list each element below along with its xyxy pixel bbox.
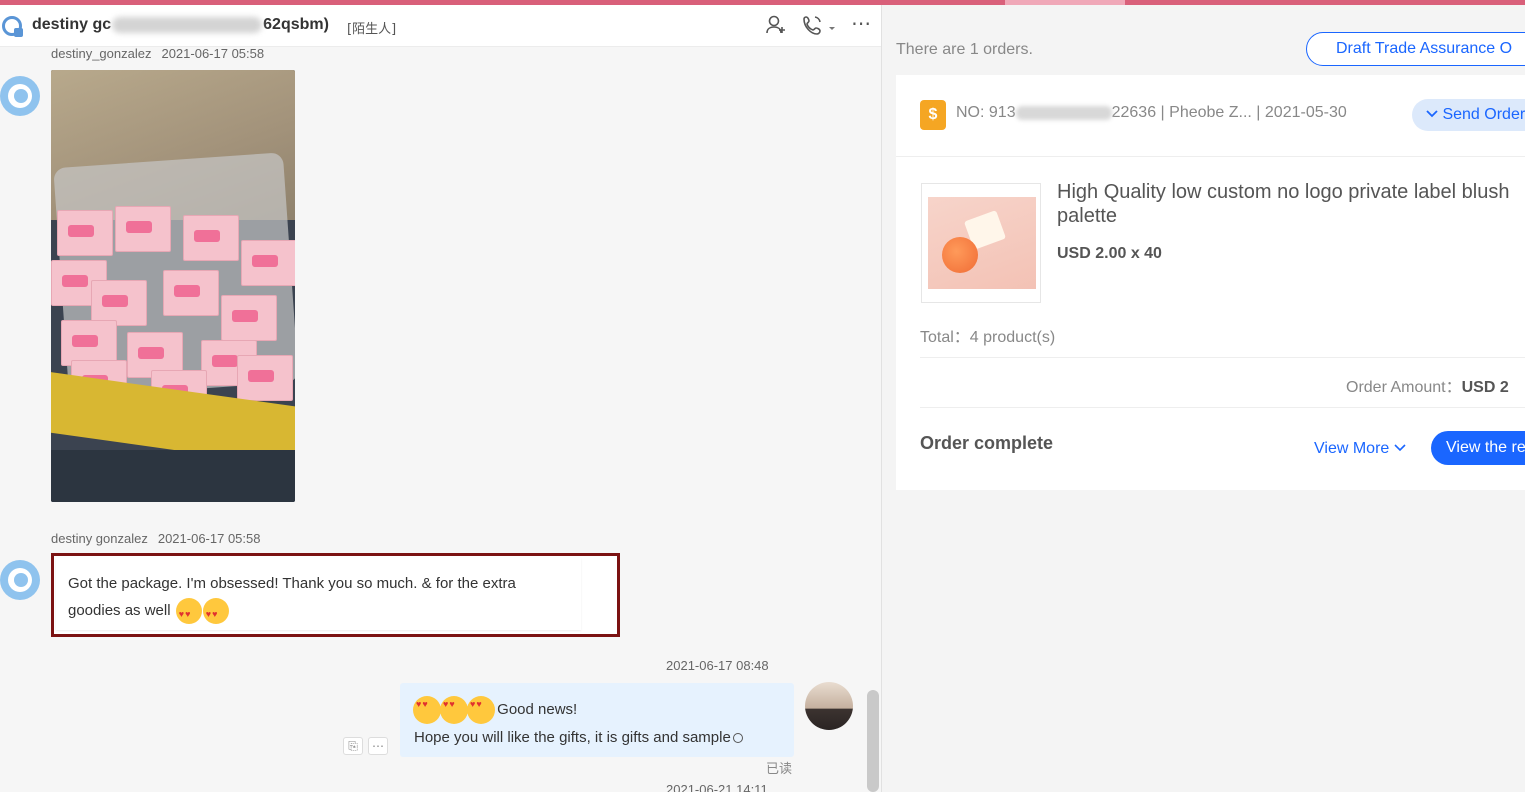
outgoing-message-bubble[interactable]: Good news! Hope you will like the gifts,… xyxy=(400,683,794,757)
read-receipt: 已读 xyxy=(766,761,793,776)
call-icon[interactable] xyxy=(802,14,836,41)
divider xyxy=(920,357,1525,358)
message-text-content: Got the package. I'm obsessed! Thank you… xyxy=(68,575,516,619)
order-number-suffix: 22636 xyxy=(1111,104,1157,121)
order-amount-value: USD 2 xyxy=(1461,379,1509,396)
contact-name-prefix: destiny gc xyxy=(32,16,112,33)
heart-eyes-emoji-icon xyxy=(202,598,229,628)
product-price: USD 2.00 x 40 xyxy=(1057,245,1162,262)
stranger-tag: [陌生人] xyxy=(347,22,397,37)
photo-box xyxy=(115,206,171,252)
sender-name: destiny gonzalez xyxy=(51,531,148,546)
message-time: 2021-06-17 05:58 xyxy=(161,46,265,61)
contact-logo-icon xyxy=(2,16,23,37)
draft-trade-assurance-button[interactable]: Draft Trade Assurance O xyxy=(1306,32,1525,66)
chevron-down-icon xyxy=(1394,444,1406,452)
order-panel: There are 1 orders. Draft Trade Assuranc… xyxy=(881,5,1525,792)
order-total-products: Total：4 product(s) xyxy=(920,329,1056,346)
redacted-blur xyxy=(112,17,262,33)
view-more-link[interactable]: View More xyxy=(1314,440,1406,458)
order-status: Order complete xyxy=(920,433,1054,453)
hugging-emoji-icon xyxy=(413,696,441,724)
photo-floor xyxy=(51,450,295,502)
view-order-button[interactable]: View the re xyxy=(1431,431,1525,465)
message-meta: destiny_gonzalez 2021-06-17 05:58 xyxy=(51,46,264,61)
chevron-down-icon xyxy=(1426,110,1438,118)
orders-count: There are 1 orders. xyxy=(896,41,1033,58)
contact-avatar[interactable] xyxy=(0,76,40,116)
photo-box xyxy=(57,210,113,256)
message-time: 2021-06-17 08:48 xyxy=(666,658,769,673)
chat-panel: destiny gc 62qsbm) [陌生人] ⋯ destiny_gonzal… xyxy=(0,5,881,792)
message-bubble: Got the package. I'm obsessed! Thank you… xyxy=(56,558,581,630)
hugging-emoji-icon xyxy=(467,696,495,724)
view-more-label: View More xyxy=(1314,440,1390,457)
hugging-emoji-icon xyxy=(440,696,468,724)
order-number-prefix: NO: 913 xyxy=(956,104,1016,121)
send-order-button[interactable]: Send Order xyxy=(1412,99,1525,131)
photo-box xyxy=(163,270,219,316)
buyer-name: Pheobe Z... xyxy=(1169,104,1252,121)
dollar-coin-icon: $ xyxy=(920,100,946,130)
message-line-2: Hope you will like the gifts, it is gift… xyxy=(414,729,743,746)
photo-box xyxy=(221,295,277,341)
highlighted-message-bubble[interactable]: Got the package. I'm obsessed! Thank you… xyxy=(51,553,620,637)
photo-box xyxy=(241,240,295,286)
package-photo[interactable] xyxy=(51,70,295,502)
order-card: $ NO: 913 22636 | Pheobe Z... | 2021-05-3… xyxy=(896,75,1525,490)
order-date: 2021-05-30 xyxy=(1264,104,1347,121)
product-image xyxy=(928,197,1036,289)
add-contact-icon[interactable] xyxy=(765,14,787,41)
order-number-redacted xyxy=(1015,105,1112,120)
contact-id-suffix: 62qsbm) xyxy=(263,16,329,33)
translate-icon[interactable]: ⎘ xyxy=(343,737,363,755)
message-time: 2021-06-17 05:58 xyxy=(157,531,261,546)
order-amount-label: Order Amount： xyxy=(1346,379,1462,396)
my-avatar[interactable] xyxy=(805,682,853,730)
chat-header: destiny gc 62qsbm) [陌生人] ⋯ xyxy=(0,5,881,47)
more-icon[interactable]: ⋯ xyxy=(851,11,872,36)
divider xyxy=(920,407,1525,408)
photo-box xyxy=(183,215,239,261)
photo-box xyxy=(237,355,293,401)
send-order-label: Send Order xyxy=(1442,106,1525,123)
product-title[interactable]: High Quality low custom no logo private … xyxy=(1057,180,1525,228)
message-line-2-text: Hope you will like the gifts, it is gift… xyxy=(414,729,731,746)
order-card-header: $ NO: 913 22636 | Pheobe Z... | 2021-05-3… xyxy=(896,75,1525,157)
message-time: 2021-06-21 14:11 xyxy=(666,782,768,792)
message-more-icon[interactable]: ⋯ xyxy=(368,737,388,755)
product-thumbnail[interactable] xyxy=(921,183,1041,303)
heart-eyes-emoji-icon xyxy=(175,598,202,628)
message-line-1-text: Good news! xyxy=(497,700,578,718)
message-tools: ⎘ ⋯ xyxy=(343,737,393,755)
smile-emoji-icon xyxy=(732,733,743,744)
message-text: Got the package. I'm obsessed! Thank you… xyxy=(68,570,568,628)
order-amount: Order Amount：USD 2 xyxy=(1346,373,1509,397)
order-summary: NO: 913 22636 | Pheobe Z... | 2021-05-30 xyxy=(956,104,1347,121)
chat-scrollbar[interactable] xyxy=(867,690,879,792)
contact-avatar[interactable] xyxy=(0,560,40,600)
sender-name: destiny_gonzalez xyxy=(51,46,152,61)
message-line-1: Good news! xyxy=(412,696,577,724)
message-meta: destiny gonzalez 2021-06-17 05:58 xyxy=(51,531,261,546)
